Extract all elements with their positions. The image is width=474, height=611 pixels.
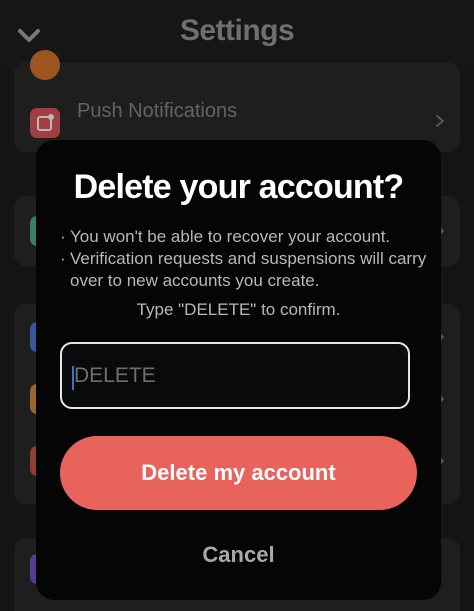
delete-account-dialog: Delete your account? You won't be able t…: [36, 140, 441, 600]
cancel-button[interactable]: Cancel: [136, 535, 341, 575]
warning-item: You won't be able to recover your accoun…: [60, 226, 430, 248]
settings-screen: Settings Push Notifications Delete your …: [0, 0, 474, 611]
warning-list: You won't be able to recover your accoun…: [60, 226, 430, 292]
delete-confirm-input[interactable]: [60, 342, 410, 409]
warning-item: Verification requests and suspensions wi…: [60, 248, 430, 292]
delete-my-account-button[interactable]: Delete my account: [60, 436, 417, 510]
dialog-title: Delete your account?: [73, 168, 405, 206]
text-caret: [72, 366, 74, 390]
confirm-hint: Type "DELETE" to confirm.: [136, 300, 341, 319]
